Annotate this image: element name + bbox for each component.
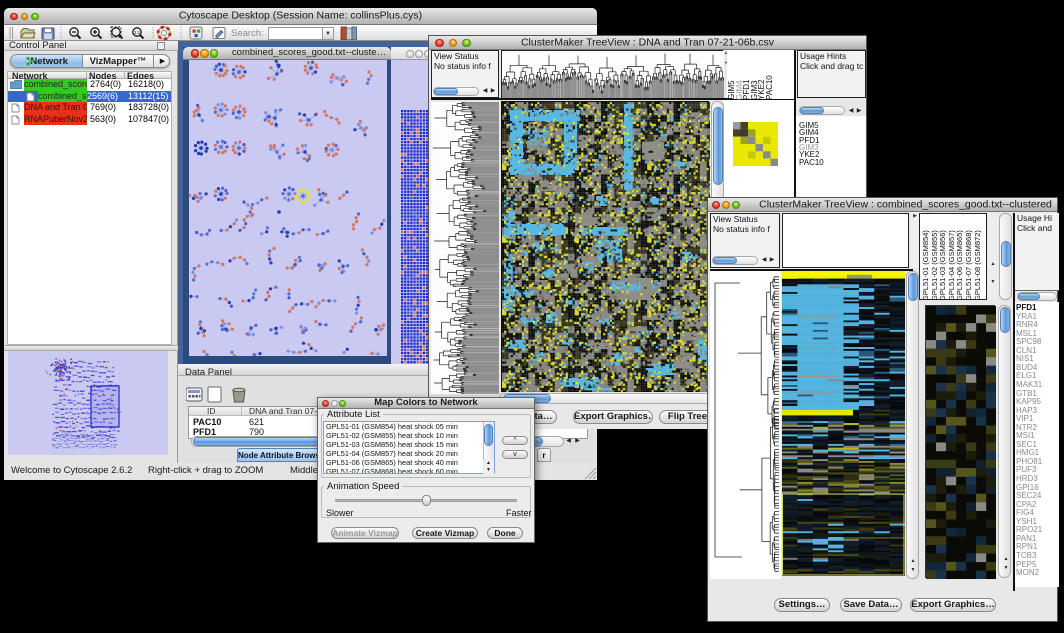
svg-text:1:1: 1:1 <box>134 30 141 35</box>
svg-text:Search:: Search: <box>231 28 264 39</box>
